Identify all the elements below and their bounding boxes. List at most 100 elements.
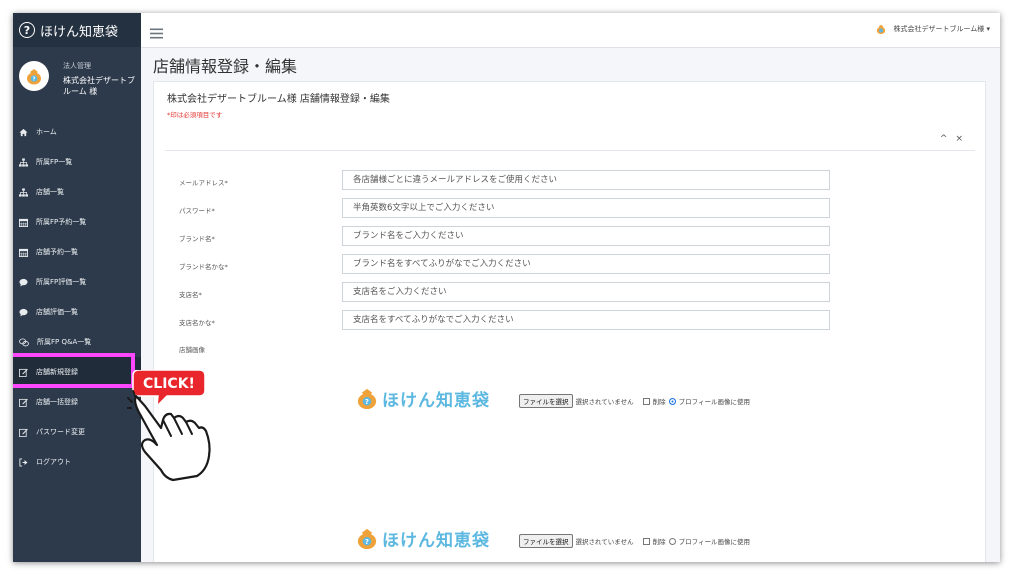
delete-checkbox[interactable] xyxy=(642,537,650,545)
form-card: 株式会社デザートブルーム様 店舗情報登録・編集 *印は必須項目です ^ × メー… xyxy=(153,81,986,562)
sitemap-icon xyxy=(19,187,28,197)
edit-icon xyxy=(19,368,28,377)
svg-text:?: ? xyxy=(365,537,369,546)
store-image-label: 店舗画像 xyxy=(179,346,205,354)
sidebar-item-label: ログアウト xyxy=(36,458,71,466)
sidebar-item-label: 所属FP予約一覧 xyxy=(36,218,87,226)
branch-kana-label: 支店名かな* xyxy=(179,319,215,327)
sidebar-item-fp-list[interactable]: 所属FP一覧 xyxy=(13,147,141,177)
sidebar-item-store-reservations[interactable]: 店舗予約一覧 xyxy=(13,237,141,267)
hamburger-icon xyxy=(150,28,163,39)
user-menu-label: 株式会社デザートブルーム様 ▾ xyxy=(893,25,990,33)
sidebar-item-label: 店舗一覧 xyxy=(36,188,64,196)
svg-text:?: ? xyxy=(365,397,369,406)
avatar: ? xyxy=(19,61,49,91)
main-content: 店舗情報登録・編集 株式会社デザートブルーム様 店舗情報登録・編集 *印は必須項… xyxy=(141,47,1000,562)
sidebar-item-label: 店舗新規登録 xyxy=(36,368,78,376)
card-tools: ^ × xyxy=(940,134,963,144)
calendar-icon xyxy=(19,248,28,257)
sidebar: ? ほけん知恵袋 ? 法人管理 株式会社デザートブルーム 様 ホーム 所属FP一… xyxy=(13,13,141,562)
sidebar-item-bulk-store[interactable]: 店舗一括登録 xyxy=(13,387,141,417)
email-label: メールアドレス* xyxy=(179,179,228,187)
click-label: CLICK! xyxy=(143,376,195,392)
sidebar-item-label: 所属FP Q&A一覧 xyxy=(37,338,92,346)
sitemap-icon xyxy=(19,157,28,167)
sidebar-item-change-password[interactable]: パスワード変更 xyxy=(13,417,141,447)
user-name: 株式会社デザートブルーム 様 xyxy=(63,76,135,96)
sidebar-item-label: 所属FP一覧 xyxy=(36,158,73,166)
file-select-button[interactable]: ファイルを選択 xyxy=(519,534,573,548)
moneybag-mascot-icon: ? xyxy=(27,69,41,85)
sidebar-item-label: パスワード変更 xyxy=(36,428,85,436)
comment-icon xyxy=(19,278,28,287)
file-status: 選択されていません xyxy=(575,398,634,406)
calendar-icon xyxy=(19,218,28,227)
sidebar-item-label: ホーム xyxy=(36,128,57,136)
question-circle-icon: ? xyxy=(19,22,35,38)
user-role: 法人管理 xyxy=(63,62,91,70)
file-select-button[interactable]: ファイルを選択 xyxy=(519,394,573,408)
profile-radio[interactable] xyxy=(668,397,676,405)
svg-text:?: ? xyxy=(32,77,35,83)
sidebar-item-label: 所属FP評価一覧 xyxy=(36,278,87,286)
brand-name-label: ブランド名* xyxy=(179,235,215,243)
logo-text: ほけん知恵袋 xyxy=(382,390,490,411)
logout-icon xyxy=(19,457,28,467)
logo-text: ほけん知恵袋 xyxy=(382,530,490,551)
brand-name-field[interactable] xyxy=(342,226,830,246)
sidebar-item-new-store[interactable]: 店舗新規登録 xyxy=(13,357,141,387)
user-menu[interactable]: 株式会社デザートブルーム様 ▾ xyxy=(875,23,990,35)
moneybag-mascot-icon: ? xyxy=(357,388,377,410)
sidebar-item-fp-qa[interactable]: 所属FP Q&A一覧 xyxy=(13,327,141,357)
user-panel: ? 法人管理 株式会社デザートブルーム 様 xyxy=(13,47,141,113)
branch-kana-field[interactable] xyxy=(342,310,830,330)
card-title: 株式会社デザートブルーム様 店舗情報登録・編集 xyxy=(167,94,390,105)
home-icon xyxy=(19,128,28,136)
profile-label: プロフィール画像に使用 xyxy=(678,398,750,406)
file-input-row: ファイルを選択 選択されていません 削除 プロフィール画像に使用 xyxy=(519,394,750,408)
sidebar-item-label: 店舗評価一覧 xyxy=(36,308,78,316)
delete-label: 削除 xyxy=(652,538,666,546)
close-icon[interactable]: × xyxy=(955,134,963,144)
required-note: *印は必須項目です xyxy=(167,111,223,119)
sidebar-item-store-reviews[interactable]: 店舗評価一覧 xyxy=(13,297,141,327)
delete-checkbox[interactable] xyxy=(642,397,650,405)
file-status: 選択されていません xyxy=(575,538,634,546)
sidebar-item-label: 店舗一括登録 xyxy=(36,398,78,406)
sidebar-nav: ホーム 所属FP一覧 店舗一覧 所属FP予約一覧 店舗予約一覧 所属FP評価一覧 xyxy=(13,117,141,477)
comment-icon xyxy=(19,308,28,317)
brand-kana-label: ブランド名かな* xyxy=(179,263,228,271)
sidebar-item-logout[interactable]: ログアウト xyxy=(13,447,141,477)
email-field[interactable] xyxy=(342,170,830,190)
profile-radio[interactable] xyxy=(668,537,676,545)
page-title: 店舗情報登録・編集 xyxy=(153,57,298,76)
logo-image: ? ほけん知恵袋 xyxy=(354,525,490,551)
password-field[interactable] xyxy=(342,198,830,218)
topbar: 株式会社デザートブルーム様 ▾ xyxy=(141,13,1000,48)
sidebar-item-fp-reservations[interactable]: 所属FP予約一覧 xyxy=(13,207,141,237)
brand[interactable]: ? ほけん知恵袋 xyxy=(13,13,141,47)
edit-icon xyxy=(19,398,28,407)
profile-label: プロフィール画像に使用 xyxy=(678,538,750,546)
delete-label: 削除 xyxy=(652,398,666,406)
sidebar-item-home[interactable]: ホーム xyxy=(13,117,141,147)
edit-icon xyxy=(19,428,28,437)
moneybag-mascot-icon: ? xyxy=(357,528,377,550)
app-window: ? ほけん知恵袋 ? 法人管理 株式会社デザートブルーム 様 ホーム 所属FP一… xyxy=(13,13,1000,562)
file-input-row: ファイルを選択 選択されていません 削除 プロフィール画像に使用 xyxy=(519,534,750,548)
collapse-icon[interactable]: ^ xyxy=(940,134,948,144)
password-label: パスワード* xyxy=(179,207,215,215)
logo-image: ? ほけん知恵袋 xyxy=(354,385,490,411)
moneybag-mascot-icon xyxy=(877,24,886,35)
branch-name-field[interactable] xyxy=(342,282,830,302)
sidebar-item-label: 店舗予約一覧 xyxy=(36,248,78,256)
brand-kana-field[interactable] xyxy=(342,254,830,274)
comments-icon xyxy=(19,337,29,346)
sidebar-item-store-list[interactable]: 店舗一覧 xyxy=(13,177,141,207)
divider xyxy=(165,150,975,151)
menu-toggle-button[interactable] xyxy=(150,24,163,43)
sidebar-item-fp-reviews[interactable]: 所属FP評価一覧 xyxy=(13,267,141,297)
branch-name-label: 支店名* xyxy=(179,291,202,299)
click-annotation: CLICK! xyxy=(127,370,211,482)
brand-name: ほけん知恵袋 xyxy=(40,24,119,40)
